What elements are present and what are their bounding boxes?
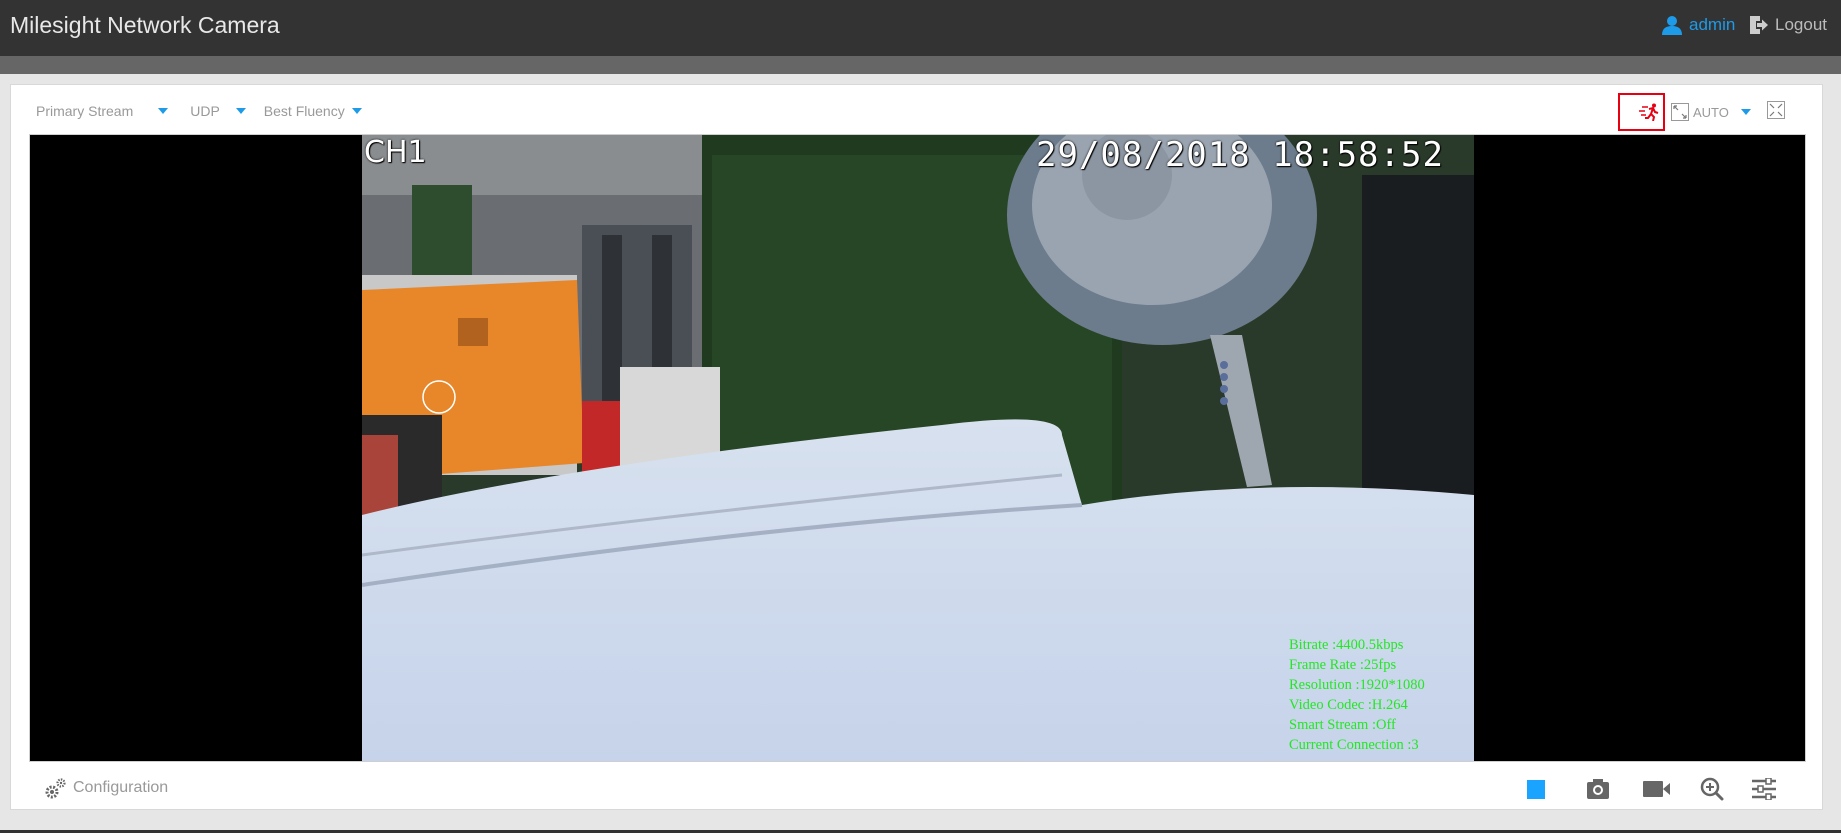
live-video-player[interactable]: CH1 29/08/2018 18:58:52 Bitrate :4400.5k… [29,134,1806,762]
user-icon [1662,16,1682,35]
protocol-select-value: UDP [190,103,220,119]
image-settings-button[interactable] [1749,775,1779,803]
chevron-down-icon [351,108,362,114]
snapshot-button[interactable] [1583,775,1613,803]
view-toolbar: AUTO [1618,93,1785,131]
user-menu[interactable]: admin [1662,15,1735,35]
osd-timestamp: 29/08/2018 18:58:52 [1036,135,1444,175]
aspect-ratio-icon [1671,103,1689,121]
top-bar: Milesight Network Camera admin Logout [0,0,1841,56]
stat-bitrate: Bitrate :4400.5kbps [1289,637,1404,653]
gears-icon [45,778,66,799]
mode-select[interactable]: Best Fluency [264,103,362,119]
configuration-link[interactable]: Configuration [45,777,168,799]
chevron-down-icon [235,108,246,114]
playback-controls [1521,775,1799,803]
stream-toolbar: Primary Stream UDP Best Fluency [36,103,362,119]
logout-icon [1750,16,1768,34]
alarm-indicator-button[interactable] [1618,93,1665,131]
live-view-panel: Primary Stream UDP Best Fluency AUTO CH1… [10,84,1823,810]
stream-select[interactable]: Primary Stream [36,103,169,119]
stat-smart-stream: Smart Stream :Off [1289,717,1396,733]
stop-button[interactable] [1521,775,1551,803]
stat-current-connection: Current Connection :3 [1289,737,1419,753]
protocol-select[interactable]: UDP [190,103,246,119]
fullscreen-button[interactable] [1766,100,1785,124]
record-video-icon [1642,781,1670,797]
mode-select-value: Best Fluency [263,103,345,119]
stat-video-codec: Video Codec :H.264 [1289,697,1408,713]
osd-channel-label: CH1 [364,135,427,170]
stream-select-value: Primary Stream [36,103,134,119]
chevron-down-icon [1740,109,1751,115]
stat-resolution: Resolution :1920*1080 [1289,677,1425,693]
logout-label: Logout [1775,15,1827,34]
aspect-ratio-value: AUTO [1693,104,1729,120]
app-title: Milesight Network Camera [10,12,280,38]
stop-icon [1527,779,1545,799]
configuration-label: Configuration [73,779,169,796]
image-settings-icon [1752,778,1776,800]
zoom-in-icon [1700,777,1724,801]
stream-stats-overlay: Bitrate :4400.5kbps Frame Rate :25fps Re… [1289,635,1425,755]
sub-bar [0,56,1841,74]
camera-frame: CH1 29/08/2018 18:58:52 Bitrate :4400.5k… [362,135,1474,761]
stat-frame-rate: Frame Rate :25fps [1289,657,1397,673]
fullscreen-icon [1766,100,1785,119]
record-button[interactable] [1641,775,1671,803]
running-person-alarm-icon [1639,103,1659,121]
chevron-down-icon [158,108,169,114]
aspect-ratio-select[interactable]: AUTO [1671,103,1751,121]
logout-button[interactable]: Logout [1749,15,1827,35]
user-name[interactable]: admin [1689,15,1735,35]
digital-zoom-button[interactable] [1697,775,1727,803]
snapshot-camera-icon [1587,779,1609,799]
